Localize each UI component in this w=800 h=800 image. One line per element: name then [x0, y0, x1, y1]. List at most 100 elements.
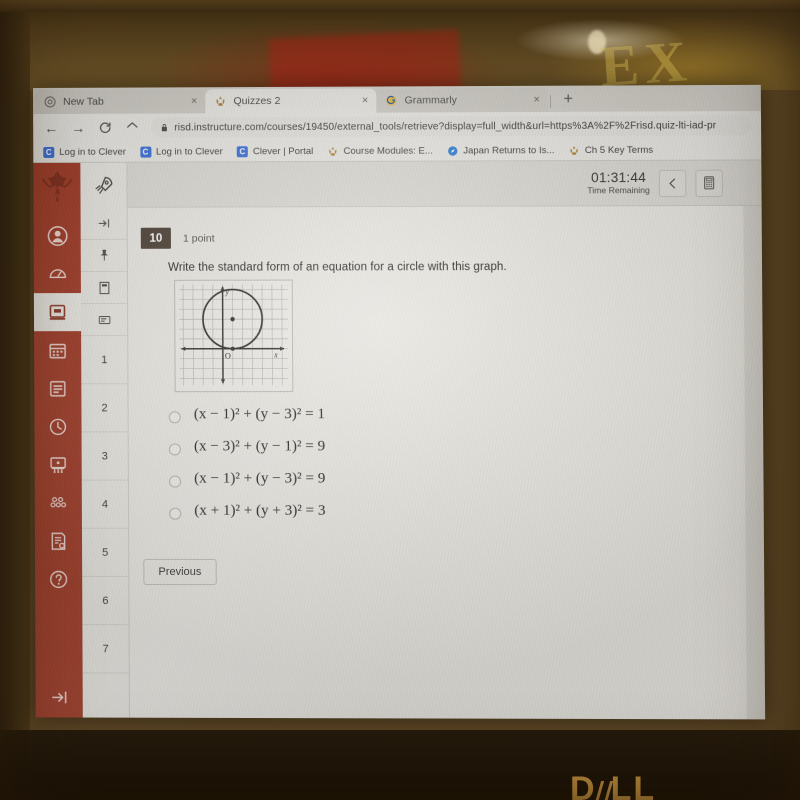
- dell-brand-logo: D LL: [570, 770, 656, 800]
- bookmark-label: Log in to Clever: [59, 146, 126, 158]
- sidebar-item-courses[interactable]: [33, 293, 82, 332]
- global-navigation: [33, 162, 83, 718]
- question-figure-wrapper: y x O: [128, 273, 745, 393]
- dell-brand-d: D: [570, 770, 597, 800]
- bookmark-item[interactable]: C Clever | Portal: [236, 145, 314, 157]
- answer-choice[interactable]: (x − 1)² + (y − 3)² = 1: [168, 406, 745, 439]
- bookmark-label: Course Modules: E...: [343, 145, 433, 157]
- grammarly-icon: [385, 94, 397, 106]
- home-icon[interactable]: [124, 120, 140, 136]
- tab-title: Grammarly: [404, 94, 457, 107]
- question-header: 10 1 point: [128, 206, 744, 249]
- bookmark-item[interactable]: Course Modules: E...: [327, 145, 433, 156]
- answer-choice[interactable]: (x − 3)² + (y − 1)² = 9: [168, 438, 745, 470]
- tab-close-icon[interactable]: ×: [191, 95, 198, 107]
- circle-graph-svg: y x O: [175, 281, 292, 392]
- laptop-bezel-bottom: [0, 730, 800, 800]
- bookmark-item[interactable]: C Log in to Clever: [139, 145, 223, 158]
- url-text: risd.instructure.com/courses/19450/exter…: [174, 119, 717, 133]
- global-nav-collapse-button[interactable]: [36, 677, 83, 717]
- canvas-page: 1 2 3 4 5 6 7 01:31:44 Time Remaining 10…: [33, 160, 766, 720]
- bookmark-label: Japan Returns to Is...: [463, 144, 555, 156]
- quiz-main-area: 01:31:44 Time Remaining 10 1 point Write…: [127, 160, 766, 720]
- sidebar-item-resources[interactable]: [35, 522, 82, 560]
- previous-button[interactable]: Previous: [143, 558, 217, 586]
- phoenix-logo[interactable]: [38, 167, 76, 211]
- address-bar[interactable]: risd.instructure.com/courses/19450/exter…: [151, 115, 751, 138]
- pin-icon[interactable]: [80, 239, 127, 273]
- radio-button[interactable]: [169, 507, 182, 520]
- browser-window: New Tab × Quizzes 2 × Grammarly × + ← → …: [33, 84, 766, 720]
- sidebar-item-account[interactable]: [34, 217, 81, 255]
- tab-strip: New Tab × Quizzes 2 × Grammarly × +: [33, 84, 761, 115]
- sidebar-item-studio[interactable]: [35, 445, 82, 483]
- circle-graph-figure: y x O: [174, 279, 294, 393]
- bookmark-label: Log in to Clever: [155, 145, 223, 158]
- bookmark-label: Ch 5 Key Terms: [584, 144, 654, 156]
- calculator-button[interactable]: [695, 169, 723, 197]
- forward-icon[interactable]: →: [70, 120, 86, 136]
- sidebar-item-history[interactable]: [34, 407, 81, 445]
- tab-divider: [549, 94, 552, 108]
- tab-close-icon[interactable]: ×: [362, 95, 369, 107]
- question-number-badge: 10: [140, 227, 171, 249]
- tab-close-icon[interactable]: ×: [533, 94, 540, 106]
- bookmark-item[interactable]: Japan Returns to Is...: [447, 145, 554, 156]
- answer-choices: (x − 1)² + (y − 3)² = 1 (x − 3)² + (y − …: [128, 392, 745, 536]
- question-nav-item[interactable]: 1: [81, 336, 128, 385]
- clever-icon: C: [236, 145, 248, 157]
- question-points: 1 point: [182, 232, 215, 245]
- tab-title: New Tab: [63, 95, 104, 108]
- quiz-collapse-button[interactable]: [80, 207, 127, 240]
- bookmark-label: Clever | Portal: [252, 145, 314, 157]
- laptop-photo: EX New Tab × Quizzes 2 × Grammarly × + ←…: [0, 0, 800, 800]
- sidebar-item-inbox[interactable]: [34, 369, 81, 407]
- canvas-icon: [329, 146, 337, 156]
- screen-glare-reflection: EX: [0, 12, 800, 103]
- tab-grammarly[interactable]: Grammarly ×: [376, 87, 549, 113]
- quiz-body: 10 1 point Write the standard form of an…: [127, 205, 747, 720]
- question-prompt: Write the standard form of an equation f…: [168, 260, 507, 274]
- omnibox-row: ← → risd.instructure.com/courses/19450/e…: [33, 111, 762, 143]
- dell-brand-ll: LL: [610, 770, 657, 800]
- question-nav-item[interactable]: 6: [82, 576, 129, 626]
- back-icon[interactable]: ←: [43, 120, 59, 136]
- question-nav-item[interactable]: 3: [81, 432, 128, 481]
- question-nav-item[interactable]: 7: [82, 625, 129, 674]
- question-nav-item[interactable]: 4: [81, 480, 129, 529]
- lock-icon: [161, 123, 167, 132]
- question-nav-item[interactable]: 2: [81, 384, 128, 433]
- sidebar-item-help[interactable]: [35, 560, 82, 598]
- reload-icon[interactable]: [97, 120, 113, 136]
- tab-new-tab[interactable]: New Tab ×: [35, 89, 206, 114]
- chrome-icon: [44, 96, 56, 108]
- svg-text:x: x: [273, 351, 278, 360]
- radio-button[interactable]: [169, 475, 182, 488]
- bookmarks-bar: C Log in to Clever C Log in to Clever C …: [33, 139, 762, 164]
- rocket-icon[interactable]: [80, 163, 126, 208]
- quiz-header: 01:31:44 Time Remaining: [127, 160, 762, 208]
- radio-button[interactable]: [168, 411, 181, 424]
- answer-choice[interactable]: (x − 1)² + (y − 3)² = 9: [169, 470, 745, 502]
- question-nav-item[interactable]: 5: [81, 528, 129, 577]
- question-card: 10 1 point Write the standard form of an…: [127, 205, 747, 720]
- answer-choice-label: (x − 3)² + (y − 1)² = 9: [193, 438, 326, 455]
- sidebar-item-commons[interactable]: [35, 484, 82, 522]
- time-remaining-label: Time Remaining: [587, 184, 650, 196]
- new-tab-button[interactable]: +: [557, 89, 579, 111]
- time-remaining-value: 01:31:44: [591, 170, 647, 186]
- tab-quizzes-2[interactable]: Quizzes 2 ×: [205, 88, 377, 114]
- page-icon[interactable]: [80, 271, 128, 305]
- radio-button[interactable]: [168, 443, 181, 456]
- sidebar-item-dashboard[interactable]: [34, 255, 81, 293]
- bookmark-item[interactable]: C Log in to Clever: [43, 146, 126, 158]
- collapse-timer-button[interactable]: [658, 169, 687, 197]
- sidebar-item-calendar[interactable]: [34, 331, 81, 369]
- answer-choice-label: (x − 1)² + (y − 3)² = 1: [193, 406, 325, 423]
- canvas-icon: [570, 145, 578, 155]
- canvas-icon: [215, 95, 224, 106]
- answer-choice[interactable]: (x + 1)² + (y + 3)² = 3: [169, 503, 745, 536]
- list-icon[interactable]: [80, 303, 128, 337]
- bookmark-item[interactable]: Ch 5 Key Terms: [569, 144, 654, 156]
- answer-choice-label: (x + 1)² + (y + 3)² = 3: [194, 502, 326, 519]
